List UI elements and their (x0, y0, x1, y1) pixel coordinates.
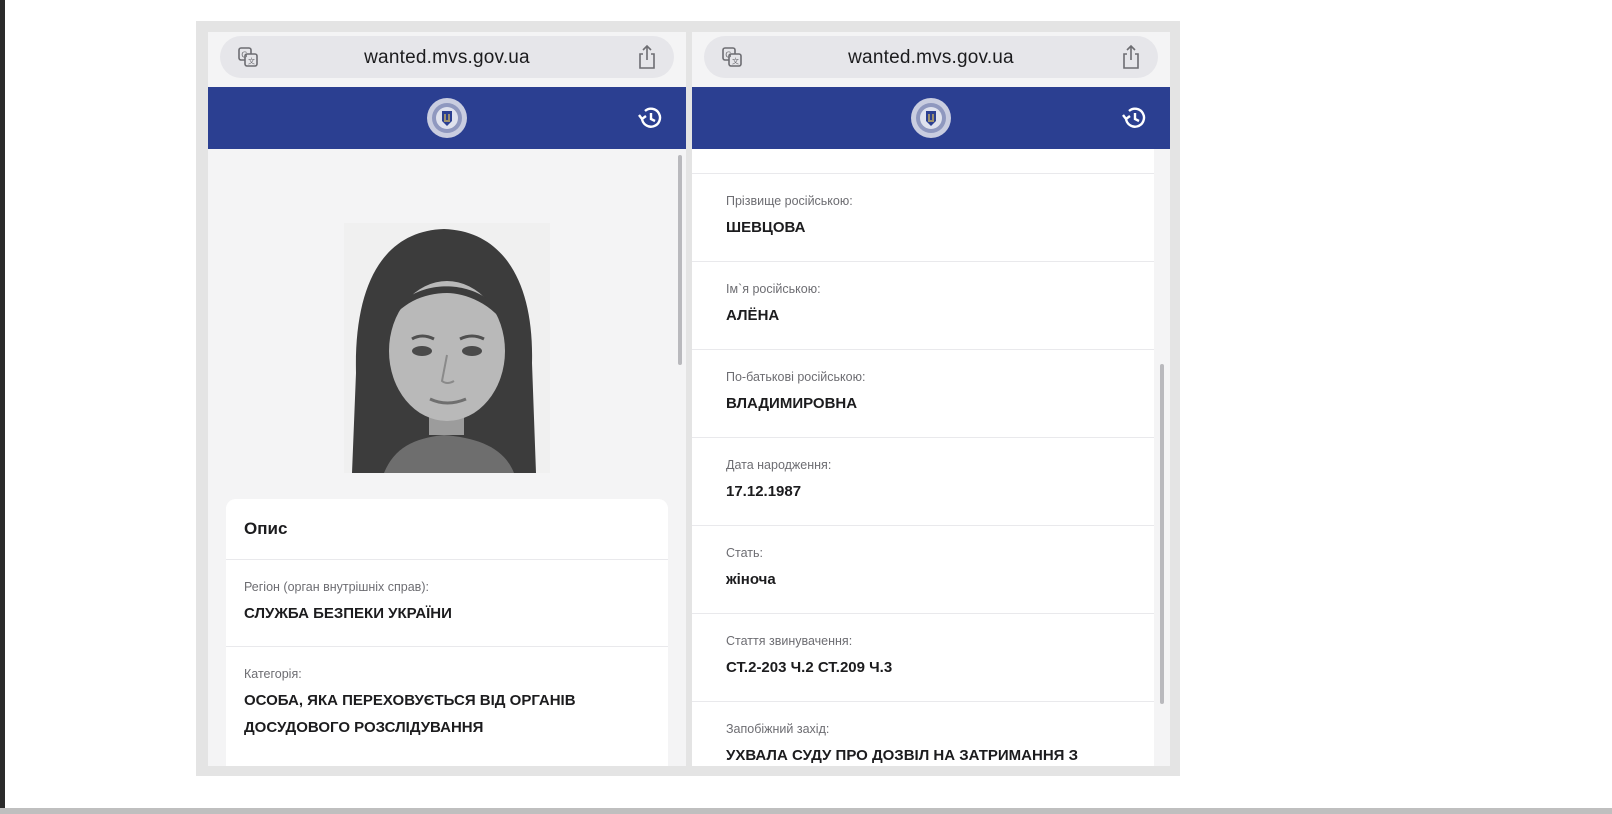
region-row: Регіон (орган внутрішніх справ): СЛУЖБА … (226, 560, 668, 647)
right-phone-screen: G 文 wanted.mvs.gov.ua Прізвище російсько… (692, 32, 1170, 766)
police-emblem-icon[interactable] (425, 96, 469, 140)
history-icon[interactable] (636, 104, 664, 132)
details-card: Прізвище російською: ШЕВЦОВА Ім`я російс… (692, 149, 1154, 766)
share-icon[interactable] (636, 44, 658, 70)
history-icon[interactable] (1120, 104, 1148, 132)
site-header (208, 87, 686, 149)
detail-value: 17.12.1987 (726, 483, 802, 500)
detail-label: Запобіжний захід: (726, 722, 830, 736)
description-card: Опис Регіон (орган внутрішніх справ): СЛ… (226, 499, 668, 766)
top-spacer-row (692, 149, 1154, 174)
scrollbar[interactable] (678, 155, 682, 365)
site-header (692, 87, 1170, 149)
detail-label: По-батькові російською: (726, 370, 866, 384)
detail-value: АЛЁНА (726, 307, 780, 324)
detail-value: УХВАЛА СУДУ ПРО ДОЗВІЛ НА ЗАТРИМАННЯ З (726, 747, 1079, 764)
detail-value: СТ.2-203 Ч.2 СТ.209 Ч.3 (726, 659, 893, 676)
url-field[interactable]: G 文 wanted.mvs.gov.ua (220, 36, 674, 78)
left-edge (0, 0, 5, 814)
bottom-bar (0, 808, 1612, 814)
detail-label: Стать: (726, 546, 763, 560)
detail-label: Прізвище російською: (726, 194, 853, 208)
url-text: wanted.mvs.gov.ua (364, 47, 530, 68)
left-content[interactable]: Опис Регіон (орган внутрішніх справ): СЛ… (208, 149, 686, 766)
detail-row: Прізвище російською: ШЕВЦОВА (692, 174, 1154, 262)
category-label: Категорія: (244, 667, 302, 681)
region-label: Регіон (орган внутрішніх справ): (244, 580, 429, 594)
detail-label: Ім`я російською: (726, 282, 821, 296)
detail-label: Дата народження: (726, 458, 832, 472)
category-row: Категорія: ОСОБА, ЯКА ПЕРЕХОВУЄТЬСЯ ВІД … (226, 647, 668, 766)
url-field[interactable]: G 文 wanted.mvs.gov.ua (704, 36, 1158, 78)
detail-label: Стаття звинувачення: (726, 634, 853, 648)
police-emblem-icon[interactable] (909, 96, 953, 140)
category-value-line2: ДОСУДОВОГО РОЗСЛІДУВАННЯ (244, 719, 484, 736)
detail-row: Дата народження: 17.12.1987 (692, 438, 1154, 526)
scrollbar[interactable] (1160, 364, 1164, 704)
detail-value: ШЕВЦОВА (726, 219, 806, 236)
detail-row: Запобіжний захід: УХВАЛА СУДУ ПРО ДОЗВІЛ… (692, 702, 1154, 766)
left-phone-screen: G 文 wanted.mvs.gov.ua Опис Регіон (орган… (208, 32, 686, 766)
right-content[interactable]: Прізвище російською: ШЕВЦОВА Ім`я російс… (692, 149, 1170, 766)
url-text: wanted.mvs.gov.ua (848, 47, 1014, 68)
region-value: СЛУЖБА БЕЗПЕКИ УКРАЇНИ (244, 605, 452, 622)
description-header-row: Опис (226, 499, 668, 560)
share-icon[interactable] (1120, 44, 1142, 70)
category-value-line1: ОСОБА, ЯКА ПЕРЕХОВУЄТЬСЯ ВІД ОРГАНІВ (244, 692, 576, 709)
detail-value: ВЛАДИМИРОВНА (726, 395, 858, 412)
screenshot-frame: G 文 wanted.mvs.gov.ua Опис Регіон (орган… (196, 21, 1180, 776)
detail-row: Ім`я російською: АЛЁНА (692, 262, 1154, 350)
detail-row: Стаття звинувачення: СТ.2-203 Ч.2 СТ.209… (692, 614, 1154, 702)
section-title: Опис (244, 519, 288, 538)
wanted-person-photo (344, 223, 550, 473)
detail-row: Стать: жіноча (692, 526, 1154, 614)
detail-value: жіноча (726, 571, 776, 588)
detail-row: По-батькові російською: ВЛАДИМИРОВНА (692, 350, 1154, 438)
